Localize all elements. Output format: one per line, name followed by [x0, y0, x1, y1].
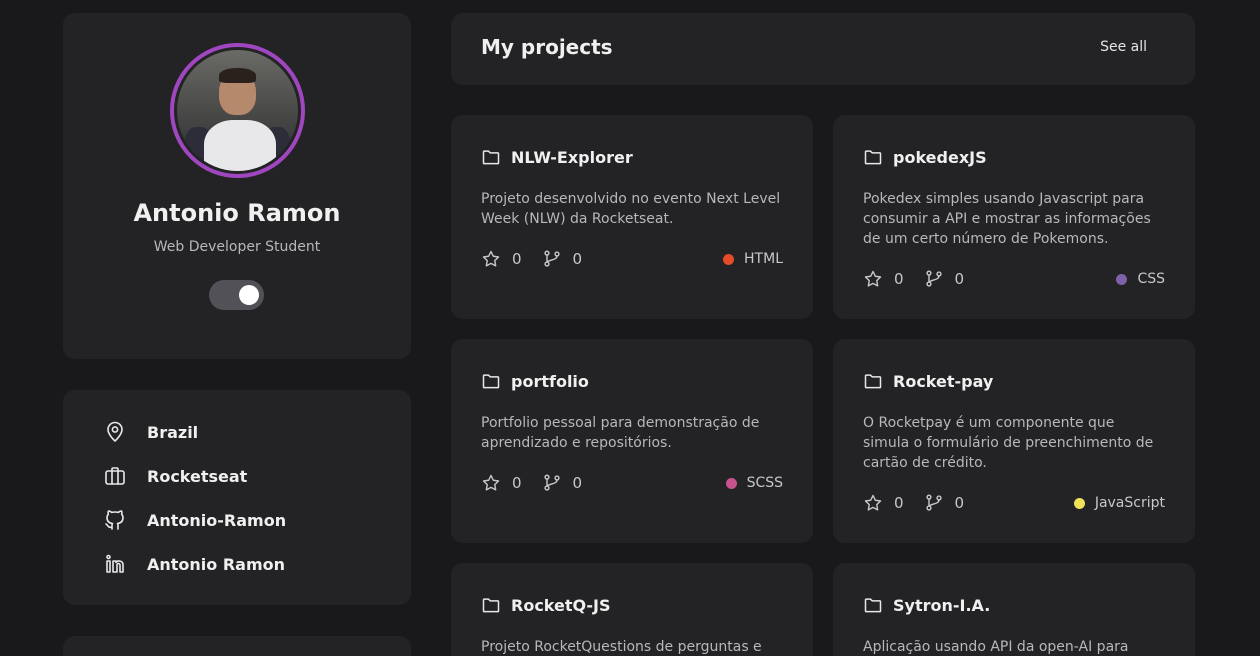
project-name[interactable]: Sytron-I.A. — [893, 596, 990, 615]
folder-icon — [863, 147, 883, 167]
star-icon — [481, 249, 501, 269]
avatar-photo — [177, 50, 298, 171]
location-label: Brazil — [147, 422, 199, 442]
stars-count: 0 — [863, 269, 904, 289]
linkedin-label[interactable]: Antonio Ramon — [147, 555, 285, 574]
map-pin-icon — [103, 420, 127, 444]
toggle-knob — [239, 285, 259, 305]
language-badge: SCSS — [725, 475, 783, 491]
project-card[interactable]: Sytron-I.A. Aplicação usando API da open… — [833, 563, 1195, 656]
stars-count: 0 — [481, 249, 522, 269]
stars-value: 0 — [512, 250, 522, 268]
forks-value: 0 — [572, 250, 583, 268]
star-icon — [863, 269, 883, 289]
linkedin-icon — [103, 552, 127, 576]
star-icon — [863, 493, 883, 513]
language-dot — [723, 253, 735, 265]
project-card[interactable]: NLW-Explorer Projeto desenvolvido no eve… — [451, 115, 813, 319]
project-name[interactable]: Rocket-pay — [893, 372, 993, 391]
forks-count: 0 — [542, 249, 583, 269]
git-branch-icon — [542, 249, 562, 269]
forks-count: 0 — [924, 269, 965, 289]
project-description: Pokedex simples usando Javascript para c… — [863, 191, 1151, 247]
language-badge: CSS — [1116, 271, 1165, 287]
company-label: Rocketseat — [147, 466, 248, 486]
projects-header: My projects See all — [451, 13, 1195, 85]
project-card[interactable]: pokedexJS Pokedex simples usando Javascr… — [833, 115, 1195, 319]
project-card[interactable]: portfolio Portfolio pessoal para demonst… — [451, 339, 813, 543]
git-branch-icon — [924, 269, 944, 289]
forks-value: 0 — [572, 474, 583, 492]
star-icon — [481, 473, 501, 493]
profile-name: Antonio Ramon — [133, 199, 341, 227]
language-label: HTML — [744, 251, 783, 267]
info-card: Brazil Rocketseat Antonio-Ramon Antonio … — [63, 390, 411, 605]
language-label: SCSS — [746, 475, 783, 491]
see-all-link[interactable]: See all — [1100, 39, 1147, 55]
avatar — [170, 43, 305, 178]
project-description: Portfolio pessoal para demonstração de a… — [481, 415, 760, 451]
info-company: Rocketseat — [103, 464, 247, 488]
git-branch-icon — [924, 493, 944, 513]
theme-toggle[interactable] — [209, 280, 264, 310]
language-label: CSS — [1137, 271, 1165, 287]
info-location: Brazil — [103, 420, 198, 444]
language-dot — [1073, 497, 1085, 509]
project-description: Projeto desenvolvido no evento Next Leve… — [481, 191, 781, 227]
info-github[interactable]: Antonio-Ramon — [103, 508, 286, 532]
project-description: Aplicação usando API da open-AI para aju… — [863, 639, 1129, 655]
profile-role: Web Developer Student — [153, 239, 321, 255]
project-name[interactable]: RocketQ-JS — [511, 596, 611, 615]
folder-icon — [481, 595, 501, 615]
forks-value: 0 — [954, 270, 965, 288]
folder-icon — [863, 595, 883, 615]
github-icon — [103, 508, 127, 532]
profile-card: Antonio Ramon Web Developer Student — [63, 13, 411, 359]
github-label[interactable]: Antonio-Ramon — [147, 511, 286, 530]
project-name[interactable]: NLW-Explorer — [511, 148, 633, 167]
projects-title: My projects — [481, 35, 613, 59]
folder-icon — [481, 371, 501, 391]
forks-value: 0 — [954, 494, 965, 512]
git-branch-icon — [542, 473, 562, 493]
info-linkedin[interactable]: Antonio Ramon — [103, 552, 285, 576]
project-name[interactable]: portfolio — [511, 372, 589, 391]
project-name[interactable]: pokedexJS — [893, 148, 987, 167]
language-label: JavaScript — [1094, 495, 1165, 511]
stars-count: 0 — [863, 493, 904, 513]
language-dot — [1116, 273, 1128, 285]
project-description: Projeto RocketQuestions de perguntas e — [481, 639, 762, 655]
project-card[interactable]: Rocket-pay O Rocketpay é um componente q… — [833, 339, 1195, 543]
language-badge: HTML — [723, 251, 783, 267]
stars-count: 0 — [481, 473, 522, 493]
stars-value: 0 — [512, 474, 522, 492]
forks-count: 0 — [542, 473, 583, 493]
folder-icon — [481, 147, 501, 167]
folder-icon — [863, 371, 883, 391]
language-badge: JavaScript — [1073, 495, 1165, 511]
briefcase-icon — [103, 464, 127, 488]
language-dot — [725, 477, 737, 489]
project-description: O Rocketpay é um componente que simula o… — [863, 415, 1154, 471]
forks-count: 0 — [924, 493, 965, 513]
stars-value: 0 — [894, 270, 904, 288]
project-card[interactable]: RocketQ-JS Projeto RocketQuestions de pe… — [451, 563, 813, 656]
sidebar-extra-card — [63, 636, 411, 656]
stars-value: 0 — [894, 494, 904, 512]
